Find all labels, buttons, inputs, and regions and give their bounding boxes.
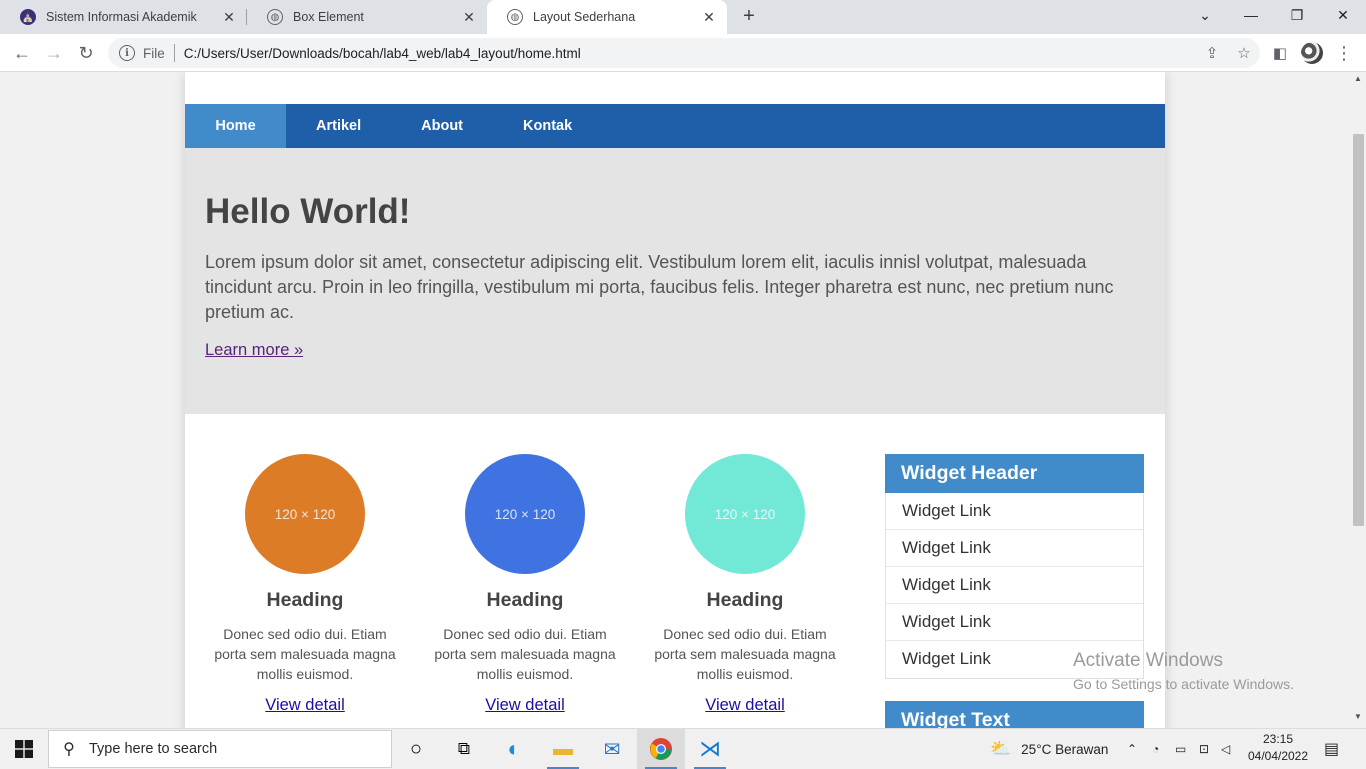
hero-text: Lorem ipsum dolor sit amet, consectetur …: [205, 252, 1114, 322]
tab-box-element[interactable]: ◍ Box Element ✕: [247, 0, 487, 34]
widget-link[interactable]: Widget Link: [886, 530, 1143, 567]
nav-about[interactable]: About: [391, 104, 493, 148]
learn-more-link[interactable]: Learn more »: [205, 341, 303, 359]
reload-icon[interactable]: ↻: [74, 41, 98, 65]
page-container: Home Artikel About Kontak Hello World! L…: [185, 72, 1165, 728]
tab-sistem-informasi-akademik[interactable]: ⛪ Sistem Informasi Akademik ✕: [0, 0, 247, 34]
scrollbar-thumb[interactable]: [1353, 134, 1364, 526]
back-icon[interactable]: ←: [10, 41, 34, 65]
tab-search-icon[interactable]: ⌄: [1182, 0, 1228, 30]
placeholder-image: 120 × 120: [245, 454, 365, 574]
mail-icon[interactable]: ✉: [588, 729, 636, 769]
weather-cloud-sun-icon: ⛅: [990, 739, 1012, 758]
tab-title: Sistem Informasi Akademik: [46, 10, 197, 24]
placeholder-image: 120 × 120: [685, 454, 805, 574]
address-bar[interactable]: i File C:/Users/User/Downloads/bocah/lab…: [108, 38, 1260, 68]
new-tab-button[interactable]: +: [737, 5, 761, 29]
volume-icon[interactable]: ◁: [1221, 729, 1230, 769]
tab-title: Box Element: [293, 10, 364, 24]
main-nav: Home Artikel About Kontak: [185, 104, 1165, 148]
weather-widget[interactable]: ⛅ 25°C Berawan: [990, 729, 1108, 769]
vertical-scrollbar[interactable]: ▲ ▼: [1350, 72, 1366, 728]
file-explorer-icon[interactable]: ▬: [539, 729, 587, 769]
box-heading: Heading: [486, 589, 564, 611]
restore-icon[interactable]: ❐: [1274, 0, 1320, 30]
profile-avatar[interactable]: [1301, 42, 1323, 64]
nav-kontak[interactable]: Kontak: [493, 104, 602, 148]
browser-tab-strip: ⛪ Sistem Informasi Akademik ✕ ◍ Box Elem…: [0, 0, 1366, 34]
box-text: Donec sed odio dui. Etiam porta sem male…: [654, 626, 836, 682]
widget-header: Widget Header: [885, 454, 1144, 493]
feature-box: 120 × 120 Heading Donec sed odio dui. Et…: [205, 454, 405, 715]
widget-text-header: Widget Text: [885, 701, 1144, 728]
search-placeholder: Type here to search: [89, 741, 218, 757]
widget-link[interactable]: Widget Link: [886, 567, 1143, 604]
university-icon: ⛪: [20, 9, 36, 25]
scroll-up-icon[interactable]: ▲: [1350, 74, 1366, 88]
close-tab-icon[interactable]: ✕: [701, 9, 717, 26]
edge-browser-icon[interactable]: ◐: [490, 729, 538, 769]
windows-taskbar: ⚲ Type here to search ○ ⧉ ◐ ▬ ✉ ⋊ ⛅ 25°C…: [0, 728, 1366, 769]
info-icon[interactable]: i: [119, 45, 135, 61]
widget-link[interactable]: Widget Link: [886, 604, 1143, 641]
task-view-icon[interactable]: ⧉: [440, 729, 488, 769]
meet-now-icon[interactable]: ⊡: [1199, 729, 1209, 769]
activate-windows-watermark: Activate Windows Go to Settings to activ…: [1073, 650, 1294, 692]
bookmark-star-icon[interactable]: ☆: [1228, 44, 1260, 62]
windows-logo-icon: [15, 740, 33, 758]
nav-home[interactable]: Home: [185, 104, 286, 148]
forward-icon[interactable]: →: [42, 41, 66, 65]
page-viewport: Home Artikel About Kontak Hello World! L…: [0, 72, 1366, 728]
close-tab-icon[interactable]: ✕: [221, 9, 237, 26]
close-tab-icon[interactable]: ✕: [461, 9, 477, 26]
browser-toolbar: ← → ↻ i File C:/Users/User/Downloads/boc…: [0, 34, 1366, 72]
taskbar-search-box[interactable]: ⚲ Type here to search: [48, 730, 392, 768]
scroll-down-icon[interactable]: ▼: [1350, 712, 1366, 726]
feature-box: 120 × 120 Heading Donec sed odio dui. Et…: [645, 454, 845, 715]
globe-icon: ◍: [507, 9, 523, 25]
file-label: File: [143, 45, 165, 61]
side-panel-icon[interactable]: ◧: [1268, 41, 1292, 65]
minimize-icon[interactable]: —: [1228, 0, 1274, 30]
view-detail-link[interactable]: View detail: [485, 696, 565, 715]
clock-date: 04/04/2022: [1247, 749, 1309, 763]
placeholder-image: 120 × 120: [465, 454, 585, 574]
vscode-icon[interactable]: ⋊: [686, 729, 734, 769]
clock-time: 23:15: [1262, 732, 1294, 746]
share-icon[interactable]: ⇪: [1196, 44, 1228, 62]
hero-section: Hello World! Lorem ipsum dolor sit amet,…: [185, 148, 1165, 414]
weather-text: 25°C Berawan: [1021, 741, 1109, 757]
box-heading: Heading: [706, 589, 784, 611]
tray-overflow-icon[interactable]: ⌃: [1127, 729, 1137, 769]
notification-icon[interactable]: ▤: [1324, 729, 1339, 769]
network-icon[interactable]: ◔: [1152, 729, 1159, 769]
view-detail-link[interactable]: View detail: [265, 696, 345, 715]
globe-icon: ◍: [267, 9, 283, 25]
tab-layout-sederhana[interactable]: ◍ Layout Sederhana ✕: [487, 0, 727, 34]
cortana-icon[interactable]: ○: [392, 729, 440, 769]
battery-icon[interactable]: ▭: [1175, 729, 1186, 769]
search-icon: ⚲: [63, 741, 75, 758]
url-text[interactable]: C:/Users/User/Downloads/bocah/lab4_web/l…: [184, 46, 1196, 61]
box-text: Donec sed odio dui. Etiam porta sem male…: [214, 626, 396, 682]
watermark-subtitle: Go to Settings to activate Windows.: [1073, 676, 1294, 692]
close-window-icon[interactable]: ✕: [1320, 0, 1366, 30]
box-text: Donec sed odio dui. Etiam porta sem male…: [434, 626, 616, 682]
watermark-title: Activate Windows: [1073, 650, 1223, 671]
chrome-icon[interactable]: [637, 729, 685, 769]
menu-icon[interactable]: ⋮: [1332, 41, 1356, 65]
chrome-logo-icon: [650, 738, 672, 760]
nav-artikel[interactable]: Artikel: [286, 104, 391, 148]
start-button[interactable]: [0, 729, 48, 769]
box-heading: Heading: [266, 589, 344, 611]
hero-title: Hello World!: [205, 192, 411, 231]
view-detail-link[interactable]: View detail: [705, 696, 785, 715]
feature-box: 120 × 120 Heading Donec sed odio dui. Et…: [425, 454, 625, 715]
widget-link[interactable]: Widget Link: [886, 493, 1143, 530]
tab-title: Layout Sederhana: [533, 10, 636, 24]
system-clock[interactable]: 23:15 04/04/2022: [1246, 731, 1310, 765]
divider: [173, 44, 175, 62]
